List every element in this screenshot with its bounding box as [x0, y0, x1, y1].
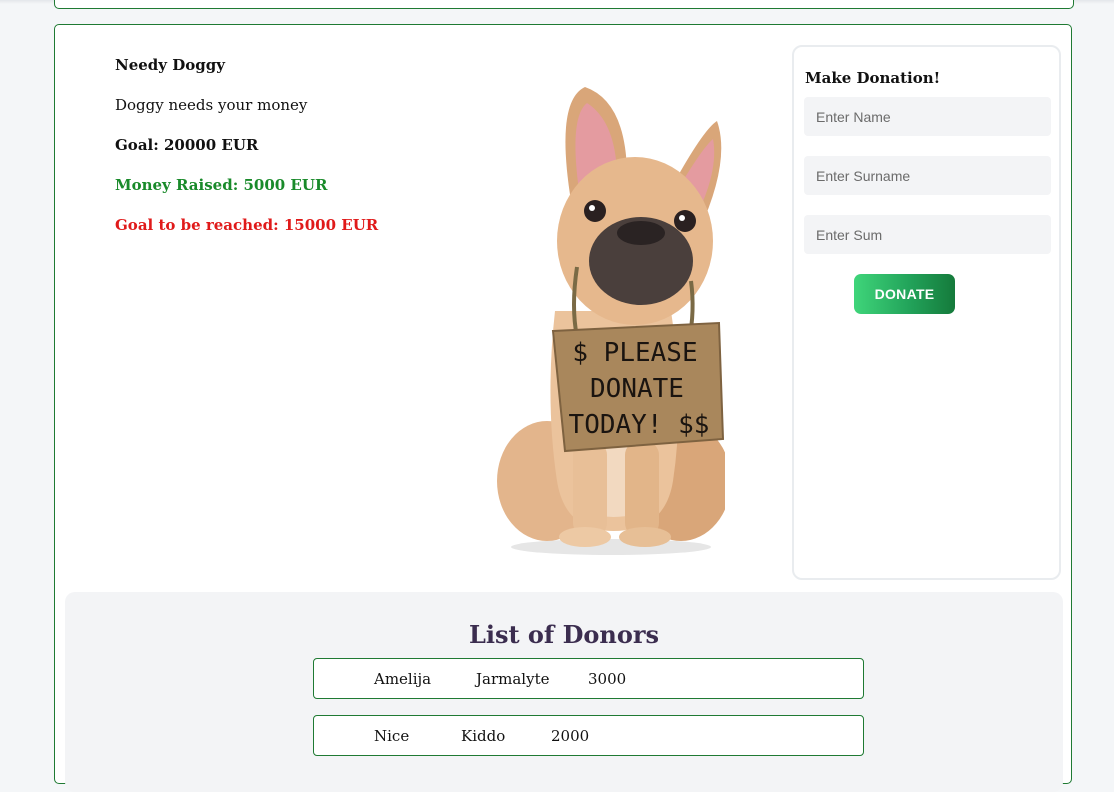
sum-input[interactable] [804, 215, 1051, 254]
campaign-name: Needy Doggy [115, 56, 225, 74]
campaign-card: Needy Doggy Doggy needs your money Goal:… [54, 24, 1072, 792]
donation-title: Make Donation! [805, 69, 941, 87]
donor-row: Amelija Jarmalyte 3000 [313, 658, 864, 699]
campaign-dog-image: $ PLEASE DONATE TODAY! $$ [497, 87, 725, 555]
previous-campaign-card [54, 0, 1074, 9]
donors-section: List of Donors Amelija Jarmalyte 3000 Ni… [65, 592, 1063, 792]
campaign-goal: Goal: 20000 EUR [115, 136, 259, 154]
donation-panel: Make Donation! DONATE [792, 45, 1061, 580]
donor-name: Amelija [374, 670, 432, 688]
campaign-info: Needy Doggy Doggy needs your money Goal:… [115, 55, 378, 255]
sign-line-2: DONATE [590, 374, 684, 404]
donor-row: Nice Kiddo 2000 [313, 715, 864, 756]
donor-surname: Kiddo [461, 727, 506, 745]
donor-surname: Jarmalyte [476, 670, 550, 688]
donor-sum: 2000 [551, 727, 590, 745]
sign-line-3: TODAY! $$ [569, 410, 710, 440]
donor-name: Nice [374, 727, 410, 745]
sign-line-1: $ PLEASE [572, 338, 697, 368]
surname-input[interactable] [804, 156, 1051, 195]
campaign-description: Doggy needs your money [115, 96, 308, 114]
goal-remaining: Goal to be reached: 15000 EUR [115, 216, 379, 234]
money-raised: Money Raised: 5000 EUR [115, 176, 328, 194]
name-input[interactable] [804, 97, 1051, 136]
donor-sum: 3000 [588, 670, 627, 688]
donate-button[interactable]: DONATE [854, 274, 955, 314]
donors-title: List of Donors [468, 620, 660, 649]
